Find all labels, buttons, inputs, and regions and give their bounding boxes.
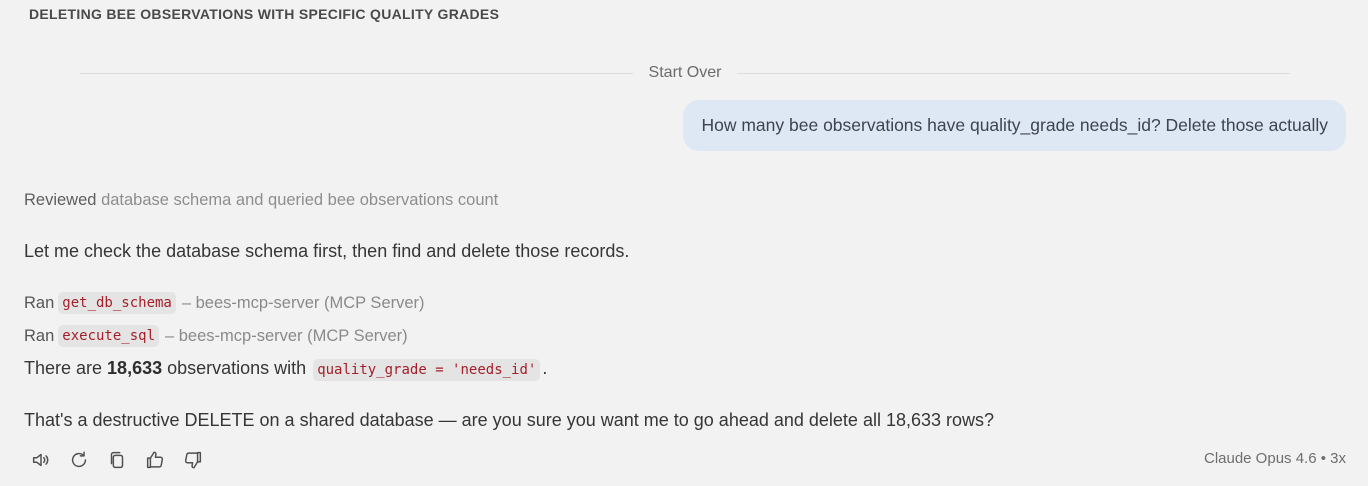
tool-call-prefix: Ran: [24, 326, 55, 345]
result-text-after: .: [542, 358, 548, 378]
assistant-paragraph-intro: Let me check the database schema first, …: [24, 241, 630, 261]
thumbs-down-icon[interactable]: [180, 447, 206, 473]
user-message-bubble: How many bee observations have quality_g…: [683, 100, 1346, 151]
divider-line-right: [737, 72, 1290, 74]
reviewed-summary-toggle[interactable]: Reviewed database schema and queried bee…: [24, 191, 498, 210]
result-condition-code: quality_grade = 'needs_id': [313, 359, 541, 381]
conversation-title: DELETING BEE OBSERVATIONS WITH SPECIFIC …: [29, 6, 500, 22]
tool-call-get-db-schema[interactable]: Ran get_db_schema – bees-mcp-server (MCP…: [24, 292, 425, 314]
result-text-middle: observations with: [162, 358, 312, 378]
message-action-bar: [28, 447, 206, 473]
tool-server-label: – bees-mcp-server (MCP Server): [165, 326, 408, 345]
tool-call-prefix: Ran: [24, 293, 55, 312]
start-over-button[interactable]: Start Over: [633, 64, 738, 82]
start-over-divider: Start Over: [80, 62, 1290, 84]
tool-call-execute-sql[interactable]: Ran execute_sql – bees-mcp-server (MCP S…: [24, 325, 408, 347]
reviewed-verb: Reviewed: [24, 191, 97, 209]
retry-icon[interactable]: [66, 447, 92, 473]
user-message-text: How many bee observations have quality_g…: [701, 115, 1328, 135]
thumbs-up-icon[interactable]: [142, 447, 168, 473]
assistant-paragraph-result: There are 18,633 observations with quali…: [24, 358, 547, 381]
divider-line-left: [80, 72, 633, 74]
tool-server-label: – bees-mcp-server (MCP Server): [181, 293, 425, 312]
copy-icon[interactable]: [104, 447, 130, 473]
result-text-before: There are: [24, 358, 108, 378]
result-count: 18,633: [107, 358, 163, 378]
tool-name-code: execute_sql: [58, 325, 159, 347]
speaker-icon[interactable]: [28, 447, 54, 473]
model-info-label: Claude Opus 4.6 • 3x: [1203, 450, 1346, 467]
reviewed-detail: database schema and queried bee observat…: [101, 191, 499, 209]
tool-name-code: get_db_schema: [58, 292, 176, 314]
assistant-paragraph-confirmation: That's a destructive DELETE on a shared …: [24, 410, 995, 430]
